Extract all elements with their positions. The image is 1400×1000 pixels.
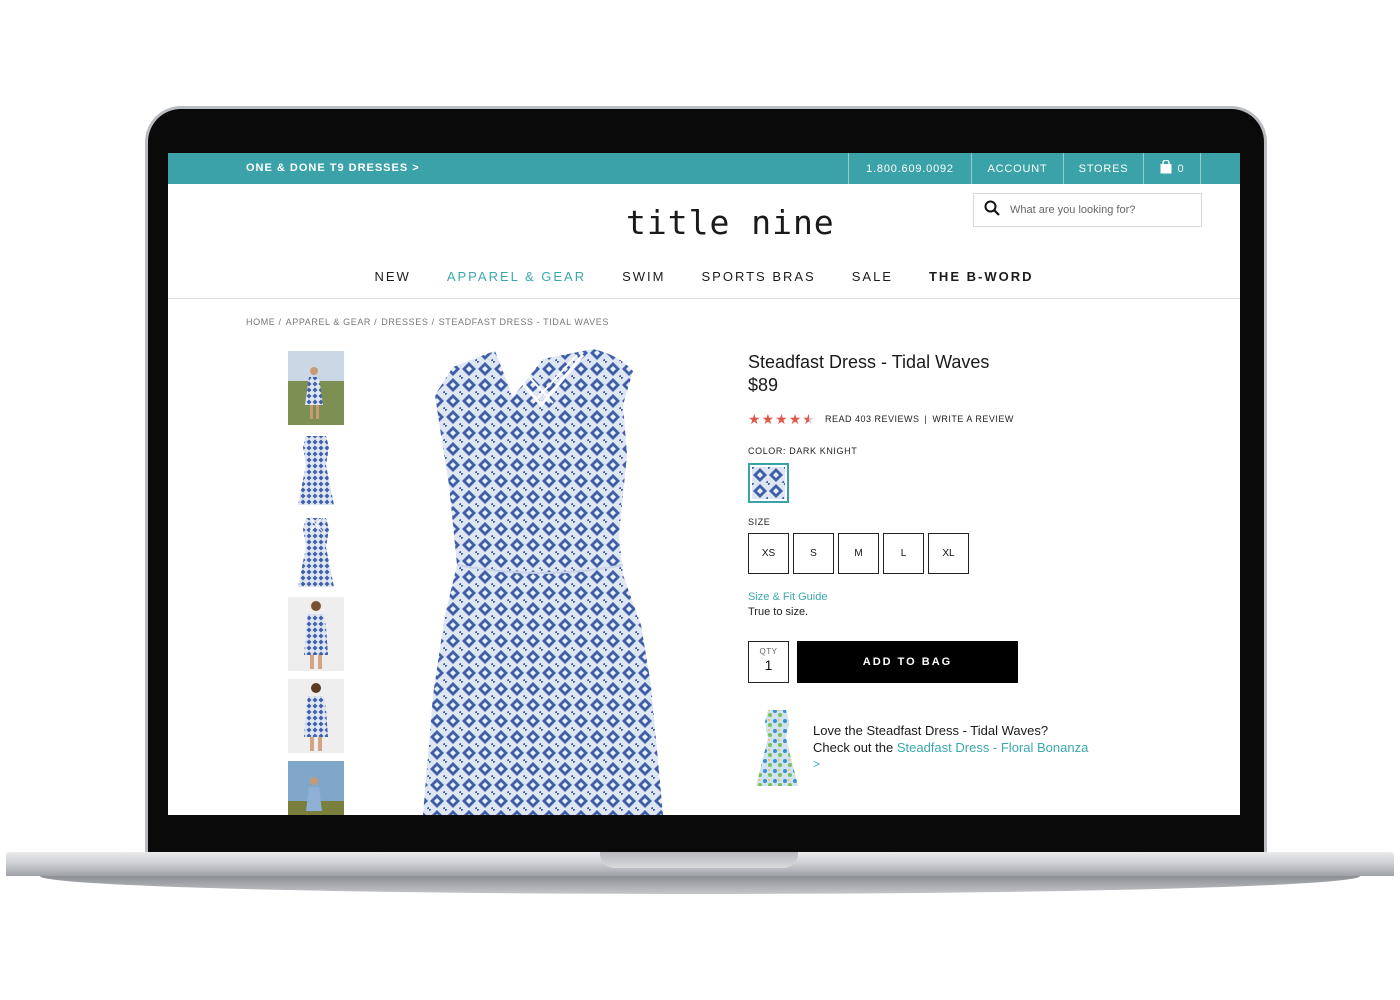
upsell-arrow-link[interactable]: >	[813, 757, 820, 771]
search-input[interactable]	[1010, 204, 1190, 216]
breadcrumb-apparel-gear[interactable]: APPAREL & GEAR /	[286, 317, 378, 327]
bag-button[interactable]: 0	[1143, 153, 1201, 184]
upsell-prefix: Check out the	[813, 740, 897, 755]
size-m-button[interactable]: M	[838, 533, 879, 574]
nav-swim[interactable]: SWIM	[622, 269, 665, 284]
quantity-label: QTY	[759, 647, 778, 656]
fit-note: True to size.	[748, 606, 809, 618]
star-icon: ★	[775, 411, 788, 427]
star-rating[interactable]: ★ ★ ★ ★ ★	[748, 411, 815, 428]
star-icon: ★	[788, 411, 802, 427]
bag-count: 0	[1177, 162, 1185, 175]
product-price: $89	[748, 375, 779, 395]
bag-icon	[1160, 159, 1172, 177]
review-links: READ 403 REVIEWS | WRITE A REVIEW	[825, 414, 1014, 424]
upsell-headline: Love the Steadfast Dress - Tidal Waves?	[813, 723, 1049, 738]
quantity-field[interactable]: QTY 1	[748, 641, 789, 683]
top-bar: ONE & DONE T9 DRESSES > 1.800.609.0092 A…	[168, 153, 1240, 184]
thumbnail-6[interactable]	[288, 761, 344, 815]
write-review-link[interactable]: WRITE A REVIEW	[932, 414, 1014, 424]
color-swatch-dark-knight[interactable]	[748, 463, 789, 503]
size-xl-button[interactable]: XL	[928, 533, 969, 574]
browser-screen: ONE & DONE T9 DRESSES > 1.800.609.0092 A…	[168, 153, 1240, 815]
size-selector: XS S M L XL	[748, 533, 969, 574]
upsell-text: Check out the Steadfast Dress - Floral B…	[813, 740, 1088, 755]
nav-sports-bras[interactable]: SPORTS BRAS	[702, 269, 816, 284]
breadcrumb-dresses[interactable]: DRESSES /	[381, 317, 434, 327]
stores-link[interactable]: STORES	[1063, 153, 1143, 184]
review-separator: |	[924, 414, 928, 424]
header-divider	[168, 298, 1240, 299]
quantity-value: 1	[764, 657, 773, 673]
star-icon: ★	[748, 411, 761, 427]
thumbnail-1[interactable]	[288, 351, 344, 425]
product-title: Steadfast Dress - Tidal Waves	[748, 352, 990, 372]
search-box	[973, 193, 1202, 227]
site-logo[interactable]: title nine	[626, 203, 835, 242]
search-icon[interactable]	[984, 200, 1000, 221]
thumbnail-4[interactable]	[288, 597, 344, 671]
phone-number[interactable]: 1.800.609.0092	[848, 153, 971, 184]
upsell-product-image[interactable]	[752, 708, 802, 788]
add-to-bag-button[interactable]: ADD TO BAG	[797, 641, 1018, 683]
nav-the-b-word[interactable]: THE B-WORD	[929, 269, 1034, 284]
size-s-button[interactable]: S	[793, 533, 834, 574]
promo-link[interactable]: ONE & DONE T9 DRESSES >	[246, 162, 420, 174]
star-icon: ★	[761, 411, 775, 427]
thumbnail-3[interactable]	[288, 515, 344, 589]
nav-sale[interactable]: SALE	[852, 269, 893, 284]
breadcrumb-current: STEADFAST DRESS - TIDAL WAVES	[438, 317, 609, 327]
size-l-button[interactable]: L	[883, 533, 924, 574]
nav-apparel-gear[interactable]: APPAREL & GEAR	[447, 269, 586, 284]
main-product-image[interactable]	[413, 345, 673, 815]
color-value: DARK KNIGHT	[789, 446, 858, 456]
star-half-icon: ★	[802, 411, 815, 427]
color-label-row: COLOR: DARK KNIGHT	[748, 446, 857, 456]
thumbnail-5[interactable]	[288, 679, 344, 753]
stores-label: STORES	[1078, 162, 1129, 175]
breadcrumb: HOME / APPAREL & GEAR / DRESSES / STEADF…	[246, 317, 609, 327]
thumbnail-2[interactable]	[288, 433, 344, 507]
laptop-notch	[600, 852, 798, 868]
upsell-product-link[interactable]: Steadfast Dress - Floral Bonanza	[897, 740, 1088, 755]
color-label: COLOR:	[748, 446, 787, 456]
size-fit-guide-link[interactable]: Size & Fit Guide	[748, 591, 827, 603]
read-reviews-link[interactable]: READ 403 REVIEWS	[825, 414, 920, 424]
nav-new[interactable]: NEW	[375, 269, 411, 284]
phone-label: 1.800.609.0092	[866, 162, 954, 175]
breadcrumb-home[interactable]: HOME /	[246, 317, 282, 327]
account-link[interactable]: ACCOUNT	[971, 153, 1063, 184]
main-nav: NEW APPAREL & GEAR SWIM SPORTS BRAS SALE…	[168, 269, 1240, 284]
size-xs-button[interactable]: XS	[748, 533, 789, 574]
account-label: ACCOUNT	[987, 162, 1048, 175]
size-label: SIZE	[748, 517, 771, 527]
laptop-base-underside	[40, 876, 1360, 894]
